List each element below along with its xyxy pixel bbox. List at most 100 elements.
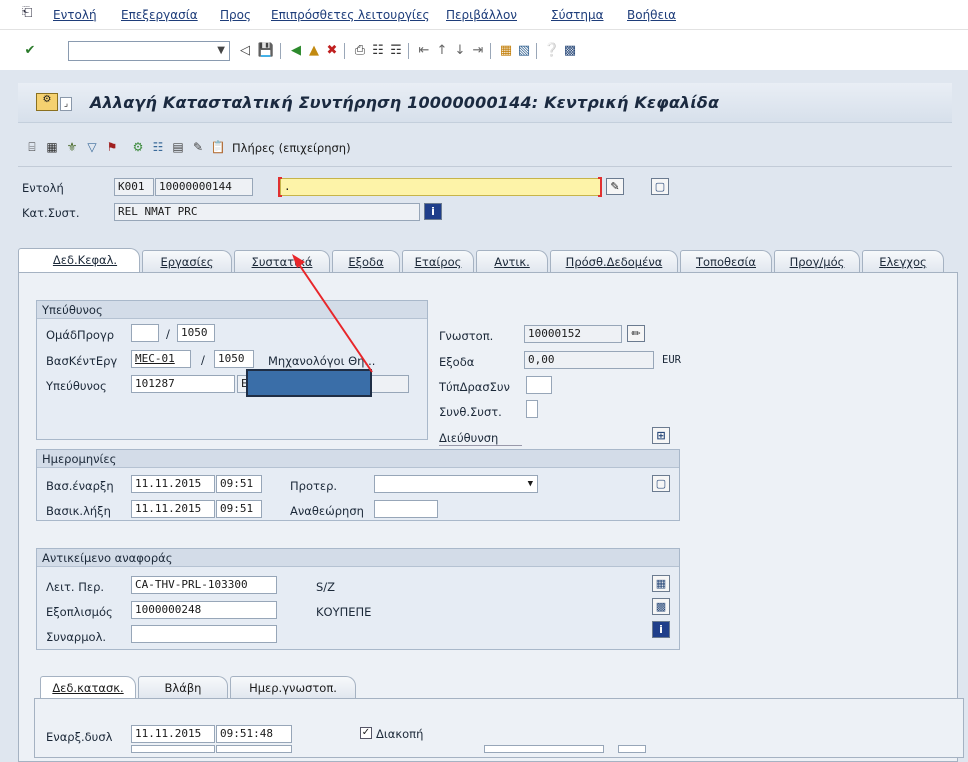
plan-group-plant-field[interactable]: 1050 [177,324,215,342]
exit-icon[interactable]: ▲ [306,42,322,58]
basic-start-time-field[interactable]: 09:51 [216,475,262,493]
tab-label: Εταίρος [414,255,462,269]
subtab-manufacturer-data[interactable]: Δεδ.κατασκ. [40,676,136,698]
tab-components[interactable]: Συστατικά [234,250,330,272]
menu-system[interactable]: Σύστημα [551,8,604,22]
extra-field-small[interactable] [618,745,646,753]
tab-header-data[interactable]: Δεδ.Κεφαλ. [18,248,140,272]
system-condition-field[interactable] [526,400,538,418]
menu-order[interactable]: Εντολή [53,8,97,22]
list-icon[interactable]: ▤ [171,140,185,154]
menu-icon[interactable]: ⎗ [22,5,32,20]
last-page-icon[interactable]: ⇥ [470,42,486,58]
system-condition-label: Συνθ.Συστ. [439,405,502,419]
work-center-plant-field[interactable]: 1050 [214,350,254,368]
functional-location-field[interactable]: CA-THV-PRL-103300 [131,576,277,594]
flag-icon[interactable]: ⚑ [105,140,119,154]
chevron-down-icon[interactable]: ▼ [217,45,225,56]
clipboard-icon[interactable]: 📋 [211,140,226,154]
help-icon[interactable]: ❔ [544,42,560,58]
menu-edit[interactable]: Επεξεργασία [121,8,198,22]
back-icon[interactable]: ◀ [288,42,304,58]
first-page-icon[interactable]: ⇤ [416,42,432,58]
info-icon[interactable]: i [652,621,670,638]
layout-icon[interactable]: ▩ [562,42,578,58]
priority-label: Προτερ. [290,479,338,493]
hierarchy-icon[interactable]: ▩ [652,598,670,615]
basic-start-date-field[interactable]: 11.11.2015 [131,475,215,493]
structure-list-icon[interactable]: ▦ [652,575,670,592]
address-icon[interactable]: ⊞ [652,427,670,444]
tab-objects[interactable]: Αντικ. [476,250,548,272]
malfunction-end-time-field[interactable] [216,745,292,753]
find-icon[interactable]: ☷ [370,42,386,58]
copy-icon[interactable]: ▢ [651,178,669,195]
transaction-icon[interactable]: ⚙ [36,93,58,111]
plan-group-label: ΟμάδΠρογρ [46,328,115,342]
basic-end-time-field[interactable]: 09:51 [216,500,262,518]
new-session-icon[interactable]: ▦ [498,42,514,58]
filter-icon[interactable]: ▽ [85,140,99,154]
person-responsible-field[interactable]: 101287 [131,375,235,393]
find-next-icon[interactable]: ☶ [388,42,404,58]
menu-extras[interactable]: Επιπρόσθετες λειτουργίες [271,8,430,22]
subtab-notification-dates[interactable]: Ημερ.γνωστοπ. [230,676,356,698]
tab-planning[interactable]: Προγ/μός [774,250,860,272]
prev-page-icon[interactable]: ↑ [434,42,450,58]
activity-type-label: ΤύπΔρασΣυν [439,380,510,394]
tab-label: Εργασίες [160,255,214,269]
priority-select[interactable]: ▼ [374,475,538,493]
notification-label: Γνωστοπ. [439,329,494,343]
tab-operations[interactable]: Εργασίες [142,250,232,272]
plan-group-field[interactable] [131,324,159,342]
breakdown-checkbox[interactable]: ✓ [360,727,372,739]
next-page-icon[interactable]: ↓ [452,42,468,58]
full-enterprise-button[interactable]: Πλήρες (επιχείρηση) [232,141,351,155]
extra-field[interactable] [484,745,604,753]
tab-partner[interactable]: Εταίρος [402,250,474,272]
menu-environment[interactable]: Περιβάλλον [446,8,517,22]
assembly-label: Συναρμολ. [46,630,107,644]
subtab-malfunction[interactable]: Βλάβη [138,676,228,698]
network-icon[interactable]: ⚙ [131,140,145,154]
shortcut-icon[interactable]: ▧ [516,42,532,58]
display-change-icon[interactable]: ⌸ [25,140,39,154]
dropdown-icon[interactable]: ⌟ [60,97,72,111]
standard-toolbar: ✔ ▼ ◁ 💾 ◀ ▲ ✖ ⎙ ☷ ☶ ⇤ ↑ ↓ ⇥ ▦ ▧ ❔ ▩ [0,30,968,70]
menu-goto[interactable]: Προς [220,8,251,22]
order-description-field[interactable]: . [280,178,602,196]
menu-help[interactable]: Βοήθεια [627,8,676,22]
cancel-icon[interactable]: ✖ [324,42,340,58]
operations-icon[interactable]: ☷ [151,140,165,154]
revision-field[interactable] [374,500,438,518]
command-field[interactable]: ▼ [68,41,230,61]
assembly-field[interactable] [131,625,277,643]
edit-pencil-icon[interactable]: ✏ [627,325,645,342]
pen-icon[interactable]: ✎ [191,140,205,154]
tab-location[interactable]: Τοποθεσία [680,250,772,272]
malfunction-start-time-field[interactable]: 09:51:48 [216,725,292,743]
enter-check-icon[interactable]: ✔ [22,42,38,58]
required-marker [278,177,282,197]
tab-additional-data[interactable]: Πρόσθ.Δεδομένα [550,250,678,272]
equipment-field[interactable]: 1000000248 [131,601,277,619]
tab-control[interactable]: Ελεγχος [862,250,944,272]
long-text-icon[interactable]: ✎ [606,178,624,195]
calc-icon[interactable]: ▦ [45,140,59,154]
basic-end-date-field[interactable]: 11.11.2015 [131,500,215,518]
info-icon[interactable]: i [424,203,442,220]
currency-label: EUR [662,354,681,366]
activity-type-field[interactable] [526,376,552,394]
copy-icon[interactable]: ▢ [652,475,670,492]
malfunction-start-date-field[interactable]: 11.11.2015 [131,725,215,743]
structure-icon[interactable]: ⚜ [65,140,79,154]
chevron-down-icon[interactable]: ▼ [528,478,533,490]
save-icon[interactable]: 💾 [258,42,274,58]
work-center-field[interactable]: MEC-01 [131,350,191,368]
malfunction-end-date-field[interactable] [131,745,215,753]
collapse-icon[interactable]: ◁ [237,42,253,58]
tab-costs[interactable]: Εξοδα [332,250,400,272]
tab-label: Βλάβη [164,681,202,695]
tab-label: Ημερ.γνωστοπ. [249,681,337,695]
print-icon[interactable]: ⎙ [352,42,368,58]
